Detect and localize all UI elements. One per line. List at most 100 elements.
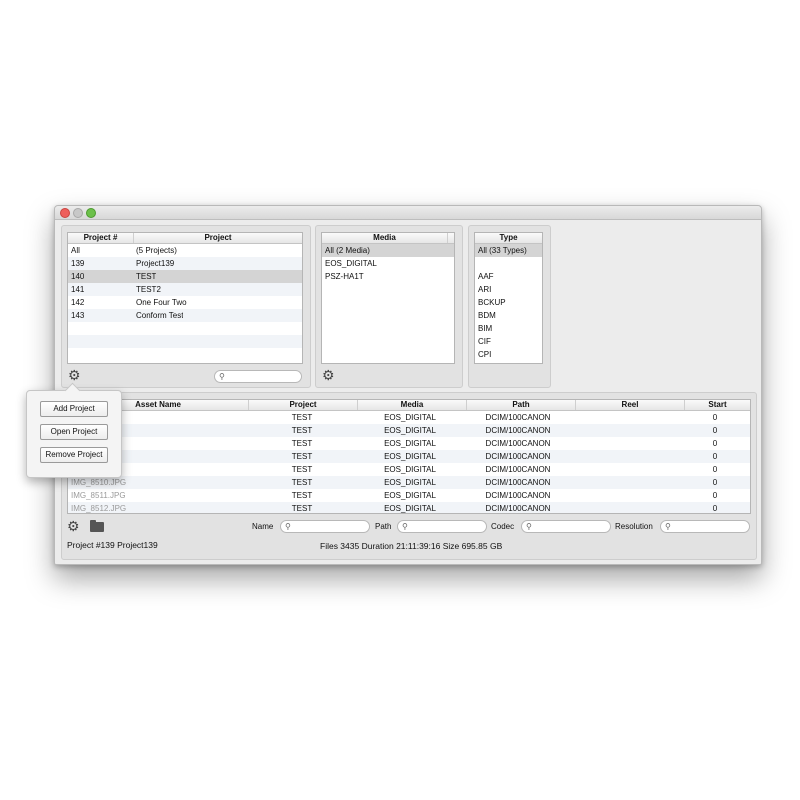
project-row[interactable]: 143 Conform Test [68, 309, 302, 322]
asset-start: 0 [712, 478, 718, 487]
asset-start: 0 [712, 439, 718, 448]
type-table[interactable]: Type All (33 Types) AAF ARI BCKUP BDM BI… [474, 232, 543, 364]
column-header-media[interactable]: Media [358, 400, 467, 410]
project-actions-popover: Add Project Open Project Remove Project [26, 382, 122, 478]
search-icon: ⚲ [285, 522, 291, 531]
project-row[interactable]: 141 TEST2 [68, 283, 302, 296]
media-row[interactable]: EOS_DIGITAL [322, 257, 454, 270]
resolution-filter-input[interactable]: ⚲ [660, 520, 750, 533]
asset-project: TEST [291, 439, 313, 448]
asset-media: EOS_DIGITAL [384, 465, 436, 474]
assets-panel: Asset Name Project Media Path Reel Start… [61, 392, 757, 560]
search-icon: ⚲ [526, 522, 532, 531]
media-name: EOS_DIGITAL [325, 259, 377, 268]
type-name: CPI [478, 350, 492, 359]
type-name: BCKUP [478, 298, 506, 307]
asset-row[interactable]: IMG_8511.JPG TEST EOS_DIGITAL DCIM/100CA… [68, 489, 750, 502]
column-header-type[interactable]: Type [475, 233, 542, 243]
asset-start: 0 [712, 491, 718, 500]
name-filter-input[interactable]: ⚲ [280, 520, 370, 533]
media-panel: Media All (2 Media) EOS_DIGITAL PSZ-HA1T… [315, 225, 463, 388]
asset-path: DCIM/100CANON [485, 426, 551, 435]
zoom-window-button[interactable] [86, 208, 96, 218]
asset-row[interactable]: TEST EOS_DIGITAL DCIM/100CANON 0 [68, 437, 750, 450]
column-header-start[interactable]: Start [685, 400, 750, 410]
project-name: Project139 [136, 259, 175, 268]
column-header-path[interactable]: Path [467, 400, 576, 410]
type-name [475, 257, 478, 270]
asset-reel [572, 489, 680, 502]
asset-reel [572, 424, 680, 437]
type-row[interactable]: AAF [475, 270, 542, 283]
asset-row[interactable]: TEST EOS_DIGITAL DCIM/100CANON 0 [68, 450, 750, 463]
type-name: CIF [478, 337, 491, 346]
asset-start: 0 [712, 452, 718, 461]
asset-project: TEST [291, 465, 313, 474]
type-row-selected[interactable]: All (33 Types) [475, 244, 542, 257]
folder-icon[interactable] [90, 520, 104, 532]
asset-row[interactable]: TEST EOS_DIGITAL DCIM/100CANON 0 [68, 411, 750, 424]
type-row[interactable]: ARI [475, 283, 542, 296]
project-row[interactable]: 139 Project139 [68, 257, 302, 270]
gear-icon[interactable]: ⚙ [322, 368, 335, 382]
asset-reel [572, 476, 680, 489]
projects-table[interactable]: Project # Project All (5 Projects) 139 P… [67, 232, 303, 364]
minimize-window-button[interactable] [73, 208, 83, 218]
project-row[interactable]: 142 One Four Two [68, 296, 302, 309]
type-row[interactable]: CIF [475, 335, 542, 348]
media-name: PSZ-HA1T [325, 272, 364, 281]
column-header-project[interactable]: Project [249, 400, 358, 410]
project-name: (5 Projects) [136, 246, 177, 255]
project-number: 140 [71, 272, 85, 281]
asset-project: TEST [291, 504, 313, 513]
asset-path: DCIM/100CANON [485, 439, 551, 448]
gear-icon[interactable]: ⚙ [68, 368, 81, 382]
project-name: TEST2 [136, 285, 161, 294]
project-row[interactable]: All (5 Projects) [68, 244, 302, 257]
column-header-media[interactable]: Media [322, 233, 448, 243]
type-row[interactable]: BDM [475, 309, 542, 322]
asset-row[interactable]: IMG_8510.JPG TEST EOS_DIGITAL DCIM/100CA… [68, 476, 750, 489]
asset-row[interactable]: IMG_8512.JPG TEST EOS_DIGITAL DCIM/100CA… [68, 502, 750, 513]
type-name: AAF [478, 272, 494, 281]
type-name: All (33 Types) [478, 246, 527, 255]
gear-icon[interactable]: ⚙ [67, 519, 80, 533]
path-filter-input[interactable]: ⚲ [397, 520, 487, 533]
assets-table[interactable]: Asset Name Project Media Path Reel Start… [67, 399, 751, 514]
asset-media: EOS_DIGITAL [384, 413, 436, 422]
media-table[interactable]: Media All (2 Media) EOS_DIGITAL PSZ-HA1T [321, 232, 455, 364]
asset-media: EOS_DIGITAL [384, 491, 436, 500]
column-header-project[interactable]: Project [134, 233, 302, 243]
projects-panel: Project # Project All (5 Projects) 139 P… [61, 225, 311, 388]
open-project-button[interactable]: Open Project [40, 424, 108, 440]
empty-row [68, 322, 302, 335]
asset-row[interactable]: TEST EOS_DIGITAL DCIM/100CANON 0 [68, 424, 750, 437]
media-row[interactable]: PSZ-HA1T [322, 270, 454, 283]
asset-row[interactable]: TEST EOS_DIGITAL DCIM/100CANON 0 [68, 463, 750, 476]
type-row[interactable]: BCKUP [475, 296, 542, 309]
remove-project-button[interactable]: Remove Project [40, 447, 108, 463]
column-header-reel[interactable]: Reel [576, 400, 685, 410]
empty-row [68, 348, 302, 361]
asset-reel [572, 450, 680, 463]
project-search-input[interactable]: ⚲ [214, 370, 302, 383]
asset-name: IMG_8512.JPG [71, 504, 127, 513]
type-row[interactable] [475, 257, 542, 270]
type-table-header: Type [475, 233, 542, 244]
type-row[interactable]: CPI [475, 348, 542, 361]
asset-project: TEST [291, 491, 313, 500]
type-row[interactable]: BIM [475, 322, 542, 335]
add-project-button[interactable]: Add Project [40, 401, 108, 417]
column-header-project-number[interactable]: Project # [68, 233, 134, 243]
asset-project: TEST [291, 413, 313, 422]
codec-filter-input[interactable]: ⚲ [521, 520, 611, 533]
type-name: BIM [478, 324, 493, 333]
close-window-button[interactable] [60, 208, 70, 218]
type-name: ARI [478, 285, 492, 294]
media-row-selected[interactable]: All (2 Media) [322, 244, 454, 257]
asset-path: DCIM/100CANON [485, 452, 551, 461]
asset-project: TEST [291, 426, 313, 435]
media-table-header: Media [322, 233, 454, 244]
project-row-selected[interactable]: 140 TEST [68, 270, 302, 283]
name-filter-label: Name [252, 522, 274, 531]
